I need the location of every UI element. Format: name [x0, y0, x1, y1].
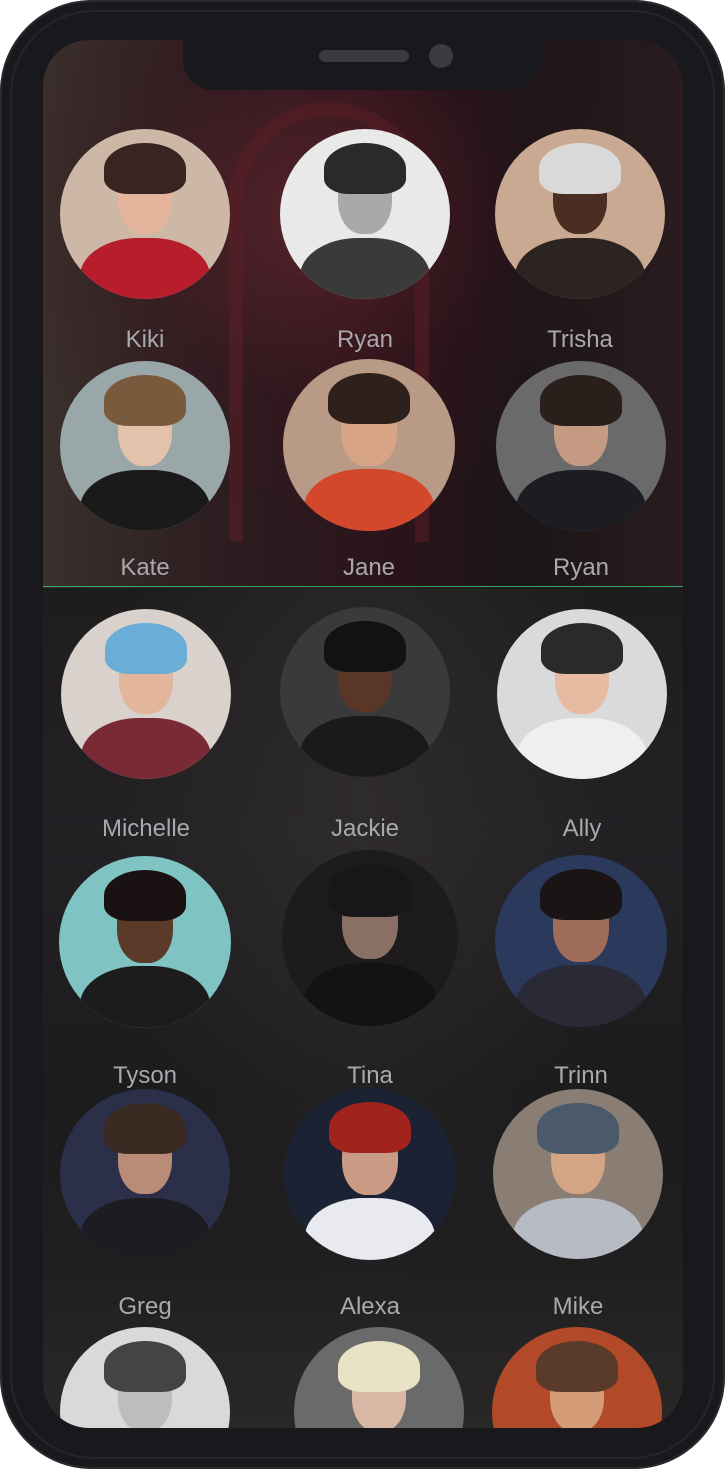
contact-name: Tyson: [112, 1062, 178, 1089]
avatar-body: [516, 469, 646, 531]
avatar-hair: [539, 868, 623, 921]
avatar-hair: [104, 374, 186, 426]
contact-avatar[interactable]: [60, 129, 230, 299]
contact-name: Tina: [347, 1062, 393, 1089]
section-divider: [43, 586, 683, 587]
avatar-hair: [537, 1102, 619, 1154]
contact-name: Kiki: [125, 326, 165, 353]
avatar-hair: [536, 1340, 618, 1392]
avatar-body: [79, 966, 211, 1028]
contact-avatar[interactable]: [284, 1088, 456, 1260]
avatar-body: [515, 965, 647, 1027]
contact-name: Trinn: [554, 1062, 608, 1089]
avatar-hair: [105, 622, 187, 674]
avatar-body: [80, 469, 210, 531]
contact-avatar[interactable]: [493, 1089, 663, 1259]
contact-name: Alexa: [339, 1293, 401, 1320]
front-camera: [429, 44, 453, 68]
avatar-hair: [327, 372, 411, 425]
contact-name: Ryan: [336, 326, 394, 353]
contact-name: Kate: [120, 554, 170, 581]
contact-avatar[interactable]: [495, 129, 665, 299]
avatar-body: [80, 1197, 210, 1259]
contact-name: Trisha: [547, 326, 613, 353]
contact-name: Jane: [342, 554, 396, 581]
avatar-body: [513, 1197, 643, 1259]
avatar-body: [517, 717, 647, 779]
screen: Kiki Ryan Trisha Kate Jane Ryan Michelle Jackie…: [43, 40, 683, 1428]
avatar-body: [515, 237, 645, 299]
avatar-hair: [540, 374, 622, 426]
avatar-hair: [103, 869, 187, 922]
contact-avatar[interactable]: [282, 850, 458, 1026]
avatar-hair: [324, 142, 406, 194]
avatar-hair: [539, 142, 621, 194]
contact-name: Mike: [552, 1293, 604, 1320]
avatar-hair: [327, 864, 413, 917]
contact-name: Greg: [118, 1293, 172, 1320]
avatar-hair: [324, 620, 406, 672]
avatar-body: [80, 237, 210, 299]
contact-avatar[interactable]: [496, 361, 666, 531]
contact-name: Jackie: [330, 815, 400, 842]
avatar-body: [300, 237, 430, 299]
avatar-hair: [104, 142, 186, 194]
contact-avatar[interactable]: [60, 361, 230, 531]
contact-avatar[interactable]: [497, 609, 667, 779]
contact-name: Ryan: [552, 554, 610, 581]
avatar-body: [303, 469, 435, 531]
avatar-body: [81, 717, 211, 779]
avatar-body: [303, 962, 437, 1026]
avatar-hair: [104, 1340, 186, 1392]
contact-name: Michelle: [101, 815, 191, 842]
contact-avatar[interactable]: [59, 856, 231, 1028]
avatar-body: [300, 715, 430, 777]
contact-avatar[interactable]: [61, 609, 231, 779]
avatar-hair: [338, 1340, 420, 1392]
contact-avatar[interactable]: [280, 129, 450, 299]
notch: [183, 38, 541, 90]
avatar-hair: [541, 622, 623, 674]
contact-avatar[interactable]: [495, 855, 667, 1027]
avatar-body: [304, 1198, 436, 1260]
contact-avatar[interactable]: [283, 359, 455, 531]
avatar-hair: [328, 1101, 412, 1154]
contact-avatar[interactable]: [60, 1089, 230, 1259]
speaker-grille: [319, 50, 409, 62]
contact-name: Ally: [562, 815, 602, 842]
contact-avatar[interactable]: [280, 607, 450, 777]
avatar-hair: [104, 1102, 186, 1154]
phone-frame: Kiki Ryan Trisha Kate Jane Ryan Michelle Jackie…: [0, 0, 725, 1469]
